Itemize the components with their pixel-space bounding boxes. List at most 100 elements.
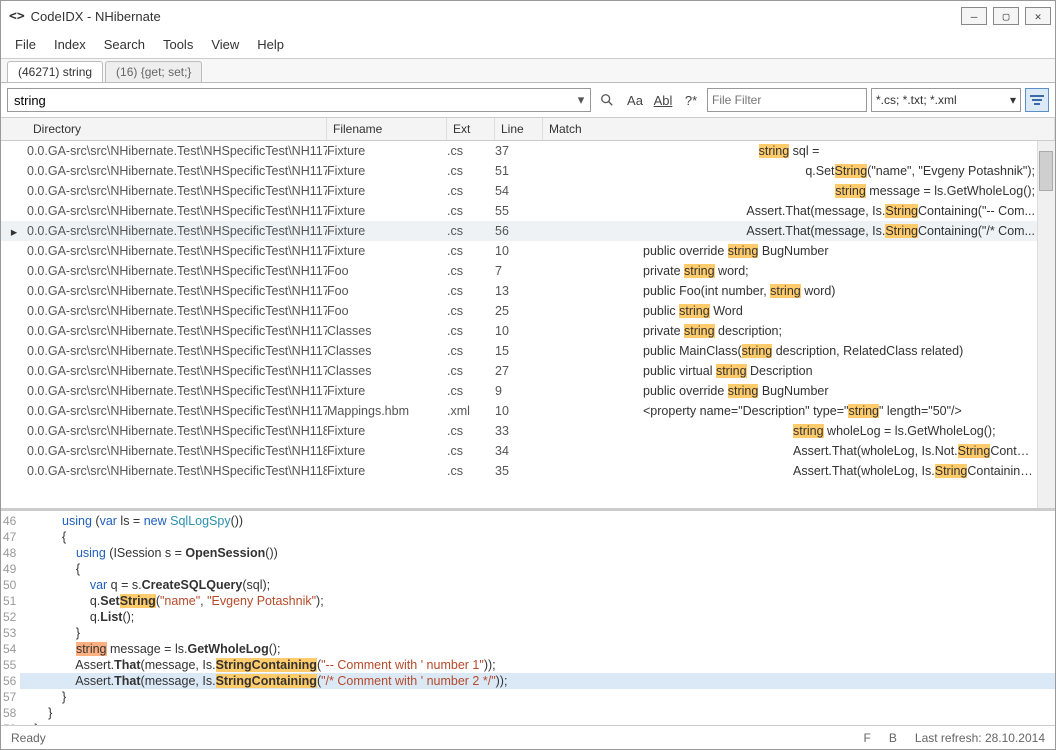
col-match[interactable]: Match [543, 118, 1055, 140]
tab-bar: (46271) string(16) {get; set;} [1, 59, 1055, 83]
cell-line: 27 [495, 364, 543, 378]
table-row[interactable]: 0.0.GA-src\src\NHibernate.Test\NHSpecifi… [1, 421, 1055, 441]
cell-directory: 0.0.GA-src\src\NHibernate.Test\NHSpecifi… [27, 464, 327, 478]
status-text: Ready [11, 731, 46, 745]
results-grid: Directory Filename Ext Line Match 0.0.GA… [1, 118, 1055, 510]
cell-filename: Fixture [327, 444, 447, 458]
cell-match: public virtual string Description [543, 364, 1035, 378]
menu-search[interactable]: Search [96, 35, 153, 54]
cell-directory: 0.0.GA-src\src\NHibernate.Test\NHSpecifi… [27, 424, 327, 438]
file-filter-input[interactable] [707, 88, 867, 112]
cell-line: 33 [495, 424, 543, 438]
table-row[interactable]: 0.0.GA-src\src\NHibernate.Test\NHSpecifi… [1, 461, 1055, 481]
menu-help[interactable]: Help [249, 35, 292, 54]
menu-tools[interactable]: Tools [155, 35, 201, 54]
cell-filename: Fixture [327, 224, 447, 238]
cell-match: public string Word [543, 304, 1035, 318]
table-row[interactable]: 0.0.GA-src\src\NHibernate.Test\NHSpecifi… [1, 181, 1055, 201]
cell-ext: .cs [447, 444, 495, 458]
cell-filename: Mappings.hbm [327, 404, 447, 418]
table-row[interactable]: 0.0.GA-src\src\NHibernate.Test\NHSpecifi… [1, 401, 1055, 421]
cell-line: 7 [495, 264, 543, 278]
table-row[interactable]: 0.0.GA-src\src\NHibernate.Test\NHSpecifi… [1, 201, 1055, 221]
table-row[interactable]: 0.0.GA-src\src\NHibernate.Test\NHSpecifi… [1, 281, 1055, 301]
filter-toggle-button[interactable] [1025, 88, 1049, 112]
cell-directory: 0.0.GA-src\src\NHibernate.Test\NHSpecifi… [27, 304, 327, 318]
menu-bar: FileIndexSearchToolsViewHelp [1, 31, 1055, 59]
table-row[interactable]: 0.0.GA-src\src\NHibernate.Test\NHSpecifi… [1, 241, 1055, 261]
results-rows[interactable]: 0.0.GA-src\src\NHibernate.Test\NHSpecifi… [1, 141, 1055, 508]
table-row[interactable]: 0.0.GA-src\src\NHibernate.Test\NHSpecifi… [1, 441, 1055, 461]
col-directory[interactable]: Directory [27, 118, 327, 140]
col-filename[interactable]: Filename [327, 118, 447, 140]
cell-filename: Fixture [327, 424, 447, 438]
title-bar: <> CodeIDX - NHibernate — ▢ ✕ [1, 1, 1055, 31]
cell-match: Assert.That(wholeLog, Is.Not.StringConta… [543, 444, 1035, 458]
cell-line: 15 [495, 344, 543, 358]
match-case-icon[interactable]: Aa [623, 88, 647, 112]
cell-directory: 0.0.GA-src\src\NHibernate.Test\NHSpecifi… [27, 344, 327, 358]
row-caret-icon: ▸ [1, 224, 27, 239]
table-row[interactable]: 0.0.GA-src\src\NHibernate.Test\NHSpecifi… [1, 321, 1055, 341]
minimize-button[interactable]: — [961, 7, 987, 25]
cell-ext: .cs [447, 304, 495, 318]
table-row[interactable]: 0.0.GA-src\src\NHibernate.Test\NHSpecifi… [1, 141, 1055, 161]
close-button[interactable]: ✕ [1025, 7, 1051, 25]
cell-line: 13 [495, 284, 543, 298]
table-row[interactable]: 0.0.GA-src\src\NHibernate.Test\NHSpecifi… [1, 361, 1055, 381]
search-dropdown-icon[interactable]: ▾ [572, 92, 590, 108]
menu-index[interactable]: Index [46, 35, 94, 54]
table-row[interactable]: 0.0.GA-src\src\NHibernate.Test\NHSpecifi… [1, 261, 1055, 281]
whole-word-icon[interactable]: Abl [651, 88, 675, 112]
table-row[interactable]: 0.0.GA-src\src\NHibernate.Test\NHSpecifi… [1, 161, 1055, 181]
cell-filename: Classes [327, 344, 447, 358]
scrollbar[interactable] [1037, 141, 1055, 508]
cell-filename: Fixture [327, 384, 447, 398]
table-row[interactable]: ▸0.0.GA-src\src\NHibernate.Test\NHSpecif… [1, 221, 1055, 241]
cell-ext: .cs [447, 144, 495, 158]
cell-directory: 0.0.GA-src\src\NHibernate.Test\NHSpecifi… [27, 264, 327, 278]
cell-ext: .cs [447, 424, 495, 438]
table-row[interactable]: 0.0.GA-src\src\NHibernate.Test\NHSpecifi… [1, 381, 1055, 401]
file-types-select[interactable]: *.cs; *.txt; *.xml ▾ [871, 88, 1021, 112]
search-box[interactable]: ▾ [7, 88, 591, 112]
cell-directory: 0.0.GA-src\src\NHibernate.Test\NHSpecifi… [27, 184, 327, 198]
search-input[interactable] [8, 93, 572, 108]
cell-ext: .xml [447, 404, 495, 418]
scrollbar-thumb[interactable] [1039, 151, 1053, 191]
cell-line: 34 [495, 444, 543, 458]
regex-icon[interactable]: ?* [679, 88, 703, 112]
cell-ext: .cs [447, 184, 495, 198]
table-row[interactable]: 0.0.GA-src\src\NHibernate.Test\NHSpecifi… [1, 341, 1055, 361]
cell-line: 37 [495, 144, 543, 158]
cell-match: private string word; [543, 264, 1035, 278]
maximize-button[interactable]: ▢ [993, 7, 1019, 25]
search-icon[interactable] [595, 88, 619, 112]
col-ext[interactable]: Ext [447, 118, 495, 140]
table-row[interactable]: 0.0.GA-src\src\NHibernate.Test\NHSpecifi… [1, 301, 1055, 321]
cell-filename: Classes [327, 364, 447, 378]
cell-ext: .cs [447, 244, 495, 258]
cell-directory: 0.0.GA-src\src\NHibernate.Test\NHSpecifi… [27, 284, 327, 298]
status-flag-f: F [864, 731, 871, 745]
cell-directory: 0.0.GA-src\src\NHibernate.Test\NHSpecifi… [27, 364, 327, 378]
cell-directory: 0.0.GA-src\src\NHibernate.Test\NHSpecifi… [27, 444, 327, 458]
col-line[interactable]: Line [495, 118, 543, 140]
code-preview: 464748495051525354555657585960 using (va… [1, 510, 1055, 725]
cell-line: 10 [495, 244, 543, 258]
status-flag-b: B [889, 731, 897, 745]
cell-ext: .cs [447, 364, 495, 378]
menu-view[interactable]: View [203, 35, 247, 54]
cell-ext: .cs [447, 224, 495, 238]
tab[interactable]: (16) {get; set;} [105, 61, 202, 82]
cell-filename: Classes [327, 324, 447, 338]
cell-filename: Fixture [327, 204, 447, 218]
status-refresh: Last refresh: 28.10.2014 [915, 731, 1045, 745]
cell-match: public override string BugNumber [543, 244, 1035, 258]
tab[interactable]: (46271) string [7, 61, 103, 82]
menu-file[interactable]: File [7, 35, 44, 54]
cell-line: 54 [495, 184, 543, 198]
cell-line: 55 [495, 204, 543, 218]
code-body[interactable]: using (var ls = new SqlLogSpy()) { using… [20, 511, 1055, 725]
cell-match: string sql = [543, 144, 1035, 158]
